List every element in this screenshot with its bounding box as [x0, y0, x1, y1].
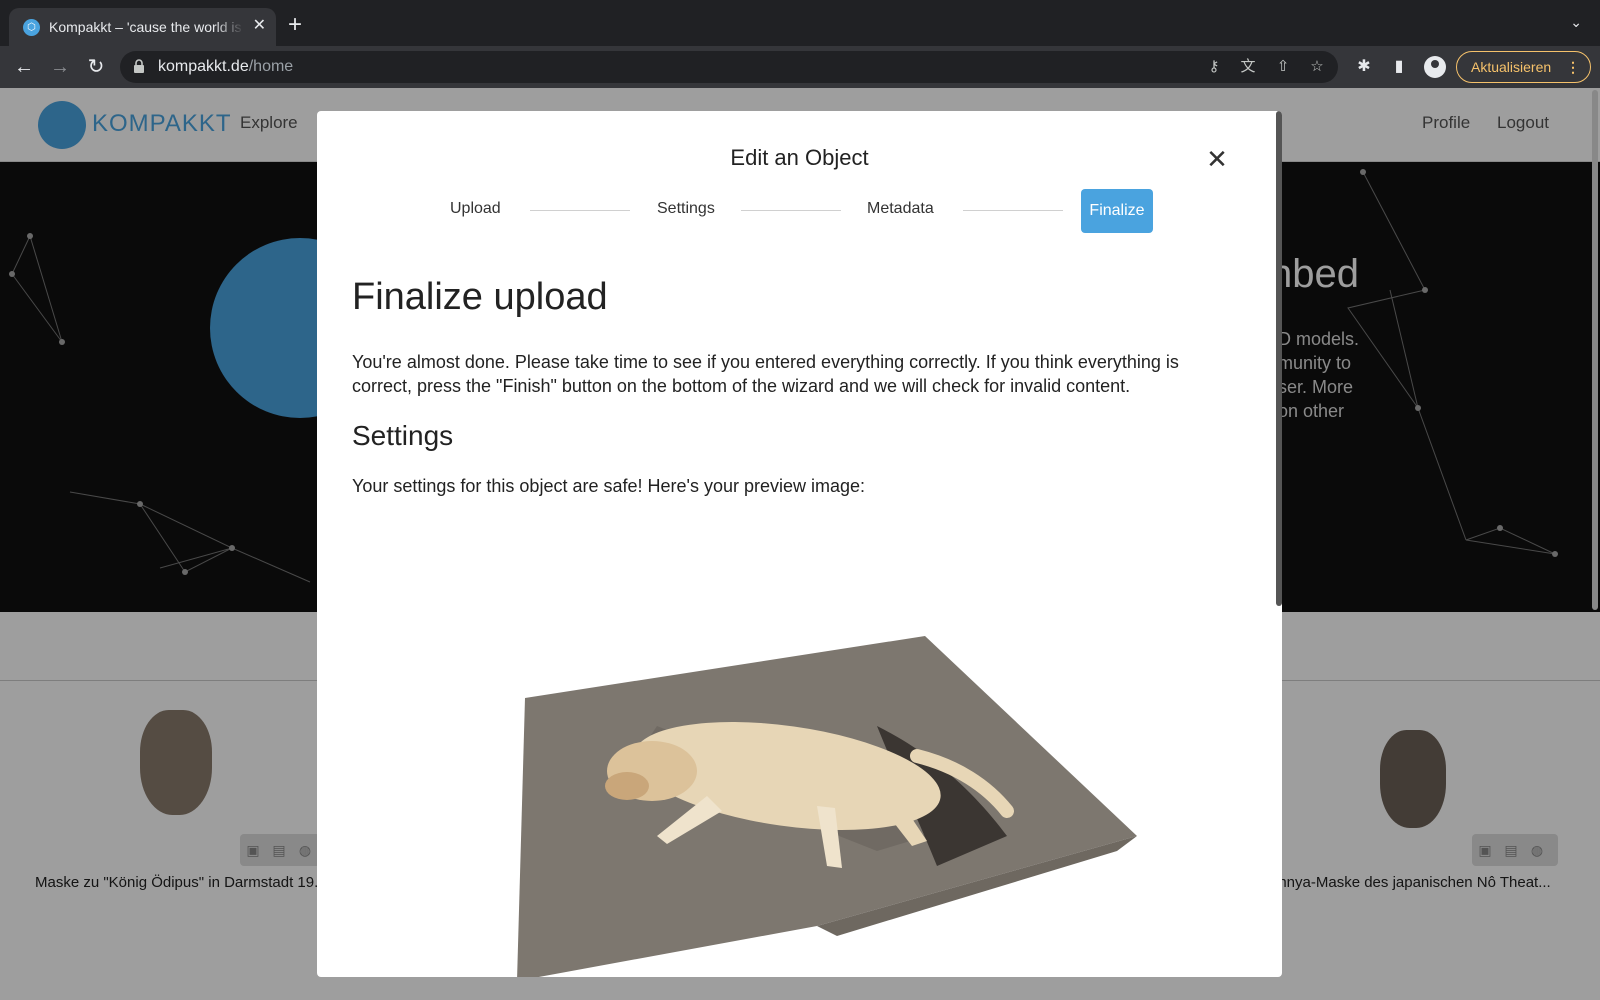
step-connector: [741, 210, 841, 211]
step-finalize[interactable]: Finalize: [1081, 189, 1153, 233]
settings-text: Your settings for this object are safe! …: [352, 476, 866, 496]
step-upload[interactable]: Upload: [450, 200, 501, 218]
browser-tab-strip: ⬡ Kompakkt – 'cause the world is 3D ✕ + …: [0, 0, 1600, 46]
kompakkt-favicon-icon: ⬡: [23, 19, 40, 36]
tab-search-chevron-icon[interactable]: ⌄: [1570, 14, 1582, 31]
dialog-scrollbar[interactable]: [1276, 111, 1282, 606]
forward-arrow-icon[interactable]: →: [47, 54, 73, 80]
new-tab-button[interactable]: +: [288, 13, 302, 37]
browser-tab[interactable]: ⬡ Kompakkt – 'cause the world is 3D ✕: [9, 8, 276, 46]
extensions-puzzle-icon[interactable]: ✱: [1353, 56, 1375, 78]
step-connector: [530, 210, 630, 211]
translate-icon[interactable]: 文: [1238, 57, 1258, 77]
step-settings[interactable]: Settings: [657, 200, 715, 218]
back-arrow-icon[interactable]: ←: [11, 54, 37, 80]
profile-avatar-icon[interactable]: [1424, 56, 1446, 78]
share-icon[interactable]: ⇧: [1273, 57, 1293, 77]
tab-close-icon[interactable]: ✕: [253, 16, 266, 36]
lock-icon: [134, 59, 144, 73]
intro-line: correct, press the "Finish" button on th…: [352, 376, 1131, 396]
bookmark-star-icon[interactable]: ☆: [1307, 57, 1327, 77]
address-bar[interactable]: kompakkt.de/home ⚷ 文 ⇧ ☆: [120, 51, 1338, 83]
close-icon[interactable]: ✕: [1203, 145, 1231, 173]
settings-heading: Settings: [352, 420, 454, 451]
browser-toolbar: ← → ↻ kompakkt.de/home ⚷ 文 ⇧ ☆ ✱ ▮ Aktua…: [0, 46, 1600, 88]
finalize-intro: You're almost done. Please take time to …: [352, 350, 1179, 398]
update-button-label: Aktualisieren: [1471, 59, 1552, 75]
side-panel-icon[interactable]: ▮: [1388, 56, 1410, 78]
step-connector: [963, 210, 1063, 211]
intro-line: You're almost done. Please take time to …: [352, 352, 1179, 372]
update-button[interactable]: Aktualisieren ⋮: [1456, 51, 1591, 83]
kebab-menu-icon: ⋮: [1566, 59, 1580, 75]
password-key-icon[interactable]: ⚷: [1204, 57, 1224, 77]
reload-icon[interactable]: ↻: [83, 54, 109, 80]
url-domain: kompakkt.de: [158, 58, 249, 75]
url-path: /home: [248, 58, 294, 75]
url-text: kompakkt.de/home: [158, 58, 293, 76]
step-metadata[interactable]: Metadata: [867, 200, 934, 218]
edit-object-dialog: Edit an Object ✕ Upload Settings Metadat…: [317, 111, 1282, 977]
page-scrollbar[interactable]: [1592, 90, 1598, 610]
tab-title: Kompakkt – 'cause the world is 3D: [49, 19, 244, 35]
dialog-title: Edit an Object: [730, 145, 869, 170]
finalize-heading: Finalize upload: [352, 276, 608, 318]
preview-image: [517, 636, 1137, 977]
